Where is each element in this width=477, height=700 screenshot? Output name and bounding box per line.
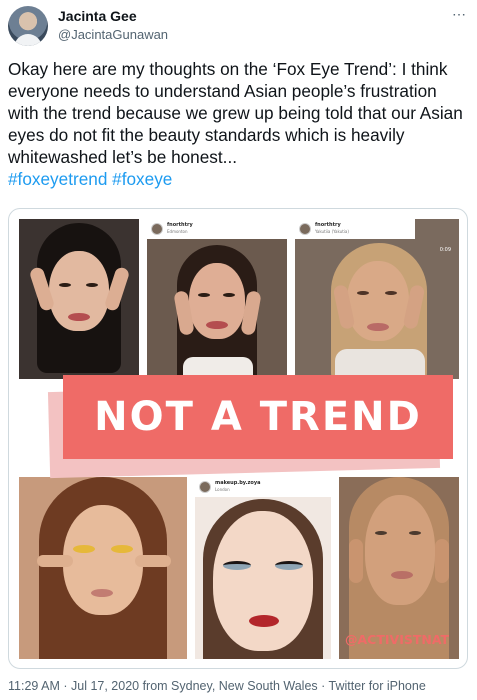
tweet-body: Okay here are my thoughts on the ‘Fox Ey… [8, 59, 463, 167]
photo-collage: fnorthtry Edmonton fnorthtry Yakutiia (Y… [19, 219, 459, 659]
tweet-text: Okay here are my thoughts on the ‘Fox Ey… [8, 58, 470, 190]
collage-photo-5: makeup.by.zoya London [195, 477, 331, 659]
ig-post-header: fnorthtry Edmonton [147, 219, 287, 239]
ig-post-header: fnorthtry Yakutiia (Yakutia) [295, 219, 415, 239]
tweet-metadata[interactable]: 11:29 AM · Jul 17, 2020 from Sydney, New… [8, 679, 426, 693]
hashtag-foxeyetrend[interactable]: #foxeyetrend [8, 169, 107, 189]
collage-photo-4 [19, 477, 187, 659]
not-a-trend-banner: NOT A TREND [63, 375, 453, 459]
watermark: @ACTIVISTNAT [345, 632, 450, 647]
collage-photo-1 [19, 219, 139, 379]
collage-photo-3: fnorthtry Yakutiia (Yakutia) 0:09 [295, 219, 459, 379]
video-timestamp: 0:09 [439, 247, 451, 253]
banner-text: NOT A TREND [94, 394, 422, 440]
author-handle[interactable]: @JacintaGunawan [58, 27, 168, 42]
collage-photo-2: fnorthtry Edmonton [147, 219, 287, 379]
ig-username: makeup.by.zoya [215, 480, 261, 486]
ig-username: fnorthtry [315, 222, 341, 228]
tweet-header: Jacinta Gee @JacintaGunawan ⋯ [0, 0, 477, 52]
author-name[interactable]: Jacinta Gee [58, 8, 137, 24]
ig-location: Edmonton [167, 229, 188, 234]
tweet-media-image[interactable]: fnorthtry Edmonton fnorthtry Yakutiia (Y… [8, 208, 468, 669]
ig-location: Yakutiia (Yakutia) [315, 229, 349, 234]
avatar[interactable] [8, 6, 48, 46]
more-icon[interactable]: ⋯ [452, 6, 467, 23]
ig-location: London [215, 487, 230, 492]
ig-username: fnorthtry [167, 222, 193, 228]
ig-post-header: makeup.by.zoya London [195, 477, 331, 497]
hashtag-foxeye[interactable]: #foxeye [112, 169, 172, 189]
